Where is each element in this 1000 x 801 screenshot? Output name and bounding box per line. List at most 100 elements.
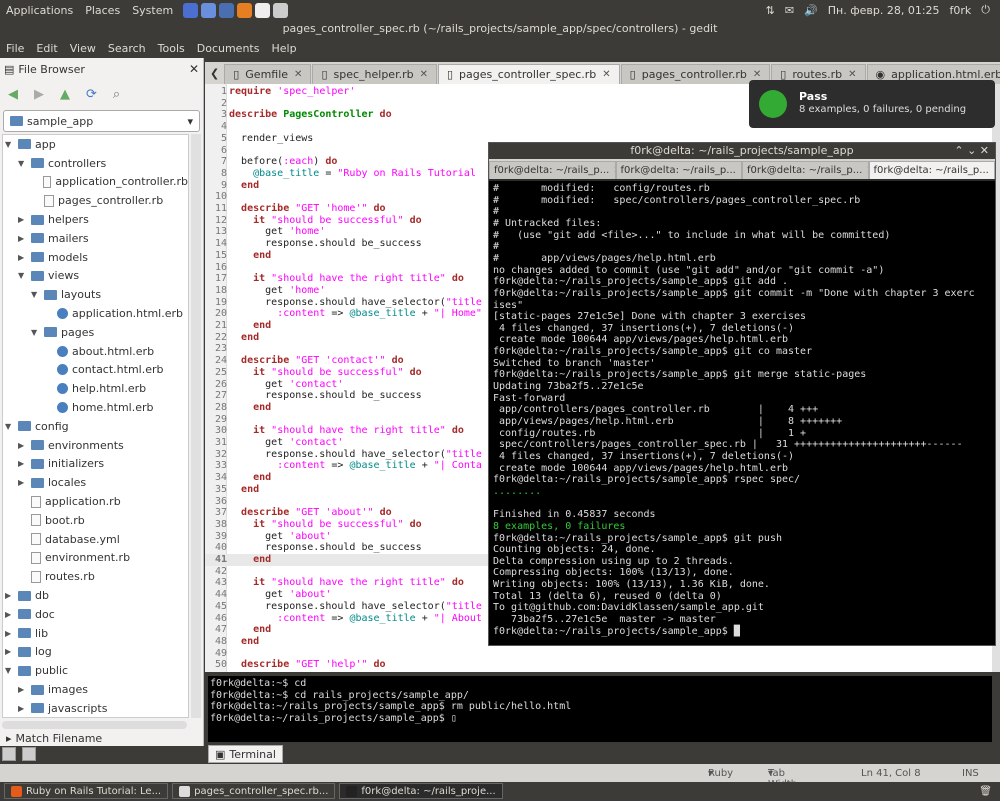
tree-item[interactable]: ▶ javascripts [3,699,188,717]
tree-item[interactable]: about.html.erb [3,342,188,361]
close-tab-icon[interactable]: ✕ [602,69,610,80]
tree-item[interactable]: ▶ lib [3,624,188,643]
tree-item[interactable]: ▶ initializers [3,455,188,474]
tree-item[interactable]: ▼ public [3,661,188,680]
terminal-tab[interactable]: f0rk@delta: ~/rails_p...✕ [868,161,995,179]
tab-pages-controller-rb[interactable]: ▯ pages_controller.rb ✕ [620,64,771,84]
email-icon[interactable] [201,2,217,18]
close-tab-icon[interactable]: ✕ [848,69,856,80]
tree-item[interactable]: ▼ layouts [3,285,188,304]
taskbar-item[interactable]: Ruby on Rails Tutorial: Le... [4,783,169,799]
menu-search[interactable]: Search [102,42,152,55]
tree-item[interactable]: ▶ locales [3,473,188,492]
tree-item-label: layouts [61,288,102,302]
terminal-window[interactable]: f0rk@delta: ~/rails_projects/sample_app … [488,142,996,646]
folder-icon [44,327,57,338]
tree-item[interactable]: help.html.erb [3,379,188,398]
tree-item[interactable]: ▶ doc [3,605,188,624]
tree-item[interactable]: environment.rb [3,549,188,568]
top-menu-places[interactable]: Places [79,4,126,17]
menu-tools[interactable]: Tools [152,42,191,55]
tree-item[interactable]: home.html.erb [3,398,188,417]
tree-item[interactable]: ▶ models [3,248,188,267]
forward-icon[interactable]: ▶ [34,87,44,102]
help-icon[interactable] [219,2,235,18]
taskbar-item[interactable]: pages_controller_spec.rb... [172,783,336,799]
documents-tab-icon[interactable] [2,747,16,761]
terminal-tab[interactable]: f0rk@delta: ~/rails_p...✕ [742,161,869,179]
terminal-tab[interactable]: f0rk@delta: ~/rails_p...✕ [615,161,742,179]
filter-icon[interactable]: ⌕ [113,87,120,102]
code-line: response.should have_selector("title [229,600,482,612]
tree-item[interactable]: ▼ pages [3,323,188,342]
tree-item[interactable]: ▶ environments [3,436,188,455]
bottom-terminal-tab[interactable]: ▣ Terminal [208,745,283,763]
tab-scroll-left-icon[interactable]: ❮ [205,67,224,80]
tree-item[interactable]: contact.html.erb [3,361,188,380]
close-icon[interactable]: ✕ [189,62,199,76]
tree-scrollbar[interactable] [191,134,201,718]
filebrowser-tab-icon[interactable] [22,747,36,761]
terminal-launch-icon[interactable] [255,2,271,18]
tree-item[interactable]: application_controller.rb [3,173,188,192]
tree-item[interactable]: application.html.erb [3,304,188,323]
refresh-icon[interactable]: ⟳ [86,87,97,102]
collapsed-icon: ▶ [18,440,25,450]
top-menu-system[interactable]: System [126,4,179,17]
mail-icon[interactable]: ✉ [785,4,794,17]
tab-spec-helper-rb[interactable]: ▯ spec_helper.rb ✕ [312,64,437,84]
top-menu-applications[interactable]: Applications [0,4,79,17]
tab-width-selector[interactable]: Tab Width: 2 ▾ [768,768,800,801]
close-tab-icon[interactable]: ✕ [753,69,761,80]
tree-item[interactable]: ▶ log [3,643,188,662]
power-icon[interactable]: ⏻ [981,3,990,17]
volume-icon[interactable]: 🔊 [804,4,818,17]
menu-edit[interactable]: Edit [30,42,63,55]
language-selector[interactable]: Ruby ▾ [708,768,733,779]
menu-documents[interactable]: Documents [191,42,266,55]
taskbar-item[interactable]: f0rk@delta: ~/rails_proje... [339,783,503,799]
tree-item[interactable]: boot.rb [3,511,188,530]
terminal-tab[interactable]: f0rk@delta: ~/rails_p...✕ [489,161,616,179]
menu-view[interactable]: View [64,42,102,55]
line-number: 28 [214,401,227,413]
up-icon[interactable]: ▲ [60,87,70,102]
root-select[interactable]: sample_app ▾ [3,110,200,132]
expanded-icon: ▼ [18,271,25,281]
close-tab-icon[interactable]: ✕ [420,69,428,80]
tree-item[interactable]: application.rb [3,492,188,511]
minimize-icon[interactable]: ⌃ [954,144,963,157]
tree-item[interactable]: ▶ db [3,586,188,605]
network-icon[interactable]: ⇅ [766,4,775,17]
tree-item[interactable]: database.yml [3,530,188,549]
close-tab-icon[interactable]: ✕ [294,69,302,80]
terminal-output[interactable]: # modified: config/routes.rb # modified: … [489,181,995,645]
maximize-icon[interactable]: ⌄ [967,144,976,157]
terminal-line: f0rk@delta:~/rails_projects/sample_app$ … [493,287,975,299]
menu-file[interactable]: File [0,42,30,55]
tree-item[interactable]: ▶ helpers [3,210,188,229]
tree-item[interactable]: routes.rb [3,567,188,586]
trash-icon[interactable]: 🗑 [979,786,992,797]
firefox-icon[interactable] [237,2,253,18]
tree-item[interactable]: ▶ mailers [3,229,188,248]
tree-item[interactable]: ▼ views [3,267,188,286]
tab-pages-controller-spec-rb[interactable]: ▯ pages_controller_spec.rb ✕ [437,64,620,84]
tab-gemfile[interactable]: ▯ Gemfile ✕ [224,64,312,84]
bottom-terminal[interactable]: f0rk@delta:~$ cd f0rk@delta:~$ cd rails_p… [208,676,992,742]
menu-help[interactable]: Help [265,42,302,55]
user-name[interactable]: f0rk [950,4,972,17]
match-filename[interactable]: ▸ Match Filename [0,728,204,748]
close-tab-icon[interactable]: ✕ [993,165,994,176]
clock[interactable]: Пн. февр. 28, 01:25 [828,4,940,17]
tree-item[interactable]: pages_controller.rb [3,191,188,210]
expanded-icon: ▼ [18,158,25,168]
close-window-icon[interactable]: ✕ [980,144,989,157]
back-icon[interactable]: ◀ [8,87,18,102]
tree-item[interactable]: ▼ app [3,135,188,154]
text-editor-icon[interactable] [273,2,289,18]
tree-item[interactable]: ▼ controllers [3,154,188,173]
tree-item[interactable]: ▶ images [3,680,188,699]
tree-item[interactable]: ▼ config [3,417,188,436]
browser-icon[interactable] [183,2,199,18]
